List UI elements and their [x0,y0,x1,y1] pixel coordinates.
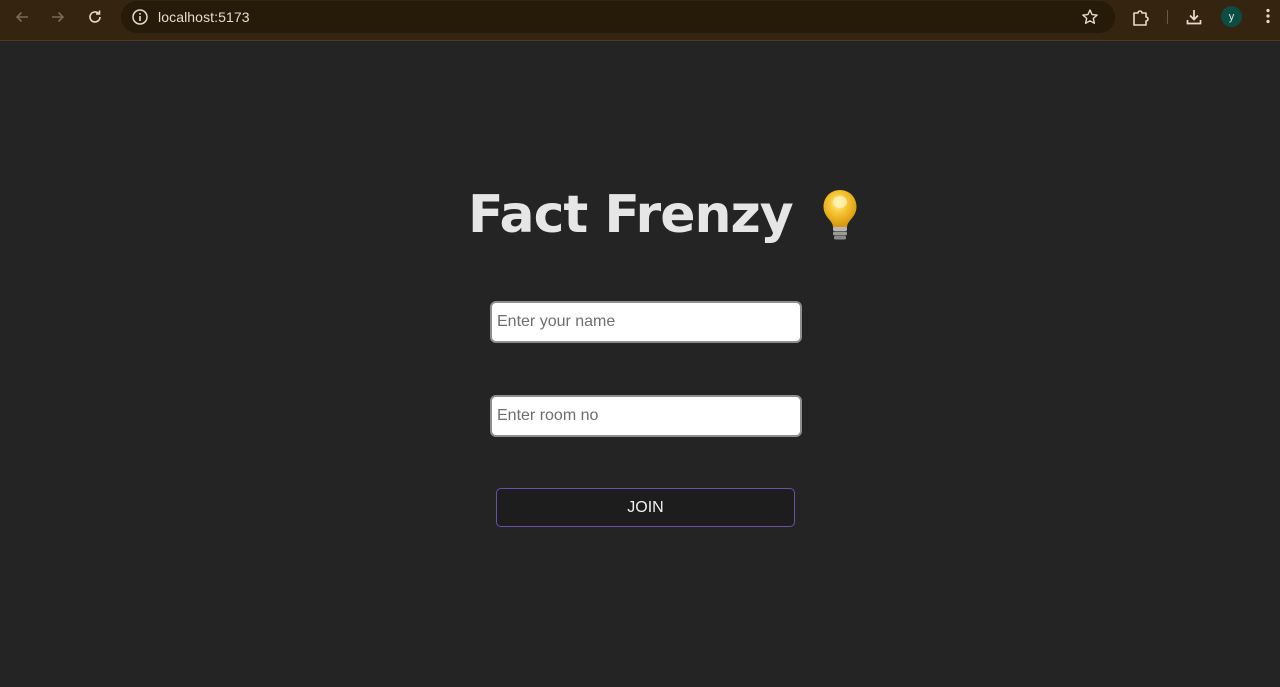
browser-toolbar: localhost:5173 y [0,0,1280,41]
profile-avatar[interactable]: y [1221,6,1242,27]
puzzle-icon[interactable] [1131,7,1151,27]
page-content: Fact Frenzy JOIN [0,41,1280,687]
forward-button[interactable] [46,6,70,28]
reload-icon [89,10,101,23]
back-arrow-icon [15,11,28,23]
lightbulb-icon [823,190,857,240]
back-button[interactable] [10,6,34,28]
join-button[interactable]: JOIN [496,488,795,527]
forward-arrow-icon [52,11,65,23]
page-title: Fact Frenzy [468,185,861,245]
url-text[interactable]: localhost:5173 [158,9,250,25]
star-icon[interactable] [1081,8,1099,26]
info-icon[interactable] [131,8,149,26]
address-bar[interactable]: localhost:5173 [121,1,1115,33]
kebab-menu-icon[interactable] [1259,7,1277,25]
title-text: Fact Frenzy [468,185,794,245]
toolbar-divider [1167,10,1168,24]
reload-button[interactable] [83,6,107,28]
name-input[interactable] [490,301,802,343]
room-number-input[interactable] [490,395,802,437]
download-icon[interactable] [1184,7,1204,27]
